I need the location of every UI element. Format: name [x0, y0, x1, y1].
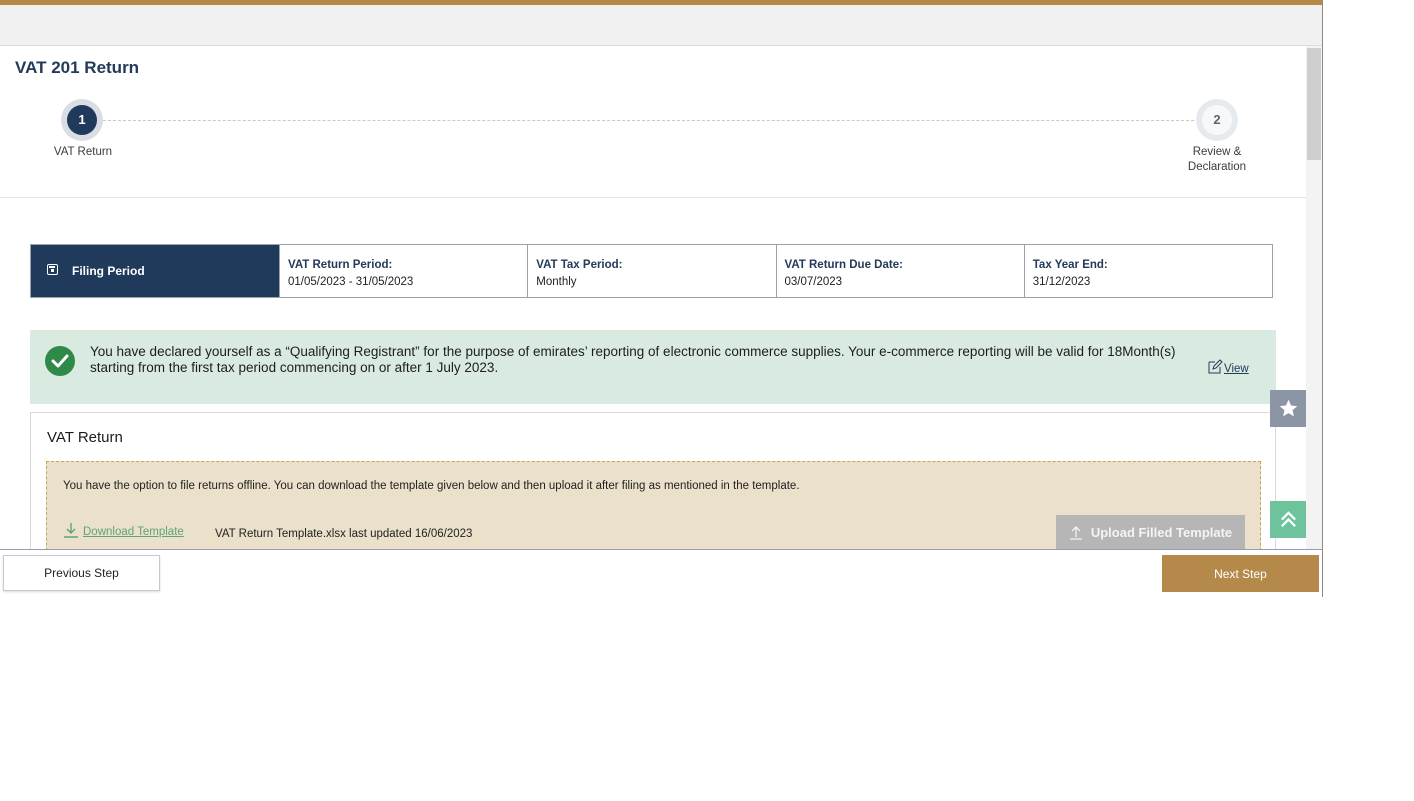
double-chevron-up-icon [1281, 511, 1296, 527]
scrollbar-thumb[interactable] [1307, 48, 1321, 160]
vat-return-due-date-cell: VAT Return Due Date: 03/07/2023 [775, 245, 1024, 297]
check-circle-icon [45, 346, 75, 376]
view-link-label: View [1224, 363, 1249, 375]
step-2-label: Review & Declaration [1187, 146, 1247, 173]
vat-return-period-label: VAT Return Period: [288, 259, 393, 271]
template-meta: VAT Return Template.xlsx last updated 16… [215, 528, 473, 540]
qualifying-registrant-notice: You have declared yourself as a “Qualify… [30, 330, 1276, 404]
step-2-number: 2 [1202, 105, 1232, 135]
top-header-bar [0, 5, 1322, 46]
page-title: VAT 201 Return [15, 58, 140, 77]
star-icon [1279, 399, 1298, 417]
vat-return-card: VAT Return You have the option to file r… [30, 412, 1276, 549]
vat-return-period-cell: VAT Return Period: 01/05/2023 - 31/05/20… [279, 245, 527, 297]
footer-bar: Previous Step Next Step [0, 549, 1322, 597]
download-template-label: Download Template [83, 526, 184, 538]
upload-filled-template-button[interactable]: Upload Filled Template [1056, 515, 1245, 549]
tax-year-end-cell: Tax Year End: 31/12/2023 [1023, 245, 1272, 297]
vat-return-due-date-value: 03/07/2023 [784, 276, 843, 288]
upload-label: Upload Filled Template [1090, 524, 1233, 540]
view-declaration-link[interactable]: View [1207, 358, 1249, 375]
step-1-label: VAT Return [53, 146, 113, 158]
vat-return-period-value: 01/05/2023 - 31/05/2023 [288, 276, 414, 288]
calendar-icon [47, 263, 58, 275]
edit-icon [1208, 358, 1223, 373]
filing-period-bar: Filing Period VAT Return Period: 01/05/2… [30, 244, 1273, 298]
download-template-link[interactable]: Download Template [63, 522, 184, 538]
vat-tax-period-cell: VAT Tax Period: Monthly [527, 245, 775, 297]
vertical-scrollbar[interactable] [1306, 46, 1322, 549]
filing-period-header: Filing Period [31, 245, 279, 297]
tax-year-end-value: 31/12/2023 [1032, 276, 1091, 288]
notice-message: You have declared yourself as a “Qualify… [90, 344, 1176, 375]
offline-info-text: You have the option to file returns offl… [63, 480, 800, 492]
step-2-indicator[interactable]: 2 [1196, 99, 1238, 141]
section-divider [0, 197, 1306, 198]
vat-tax-period-value: Monthly [536, 276, 577, 288]
vat-return-card-title: VAT Return [47, 429, 123, 446]
step-1-indicator[interactable]: 1 [61, 99, 103, 141]
step-1-number: 1 [67, 105, 97, 135]
scroll-to-top-button[interactable] [1270, 501, 1306, 538]
download-icon [64, 523, 78, 538]
tax-year-end-label: Tax Year End: [1032, 259, 1108, 271]
next-step-button[interactable]: Next Step [1162, 555, 1319, 592]
vat-tax-period-label: VAT Tax Period: [536, 259, 623, 271]
offline-filing-box: You have the option to file returns offl… [46, 461, 1261, 549]
previous-step-button[interactable]: Previous Step [3, 555, 160, 591]
favorite-button[interactable] [1270, 390, 1306, 427]
upload-icon [1069, 526, 1082, 540]
app-window: VAT 201 Return 1 VAT Return 2 Review & D… [0, 0, 1322, 597]
main-content: VAT 201 Return 1 VAT Return 2 Review & D… [0, 46, 1306, 549]
filing-period-title: Filing Period [72, 264, 145, 278]
vat-return-due-date-label: VAT Return Due Date: [784, 259, 903, 271]
window-edge [1322, 0, 1323, 597]
stepper-connector [103, 120, 1199, 121]
